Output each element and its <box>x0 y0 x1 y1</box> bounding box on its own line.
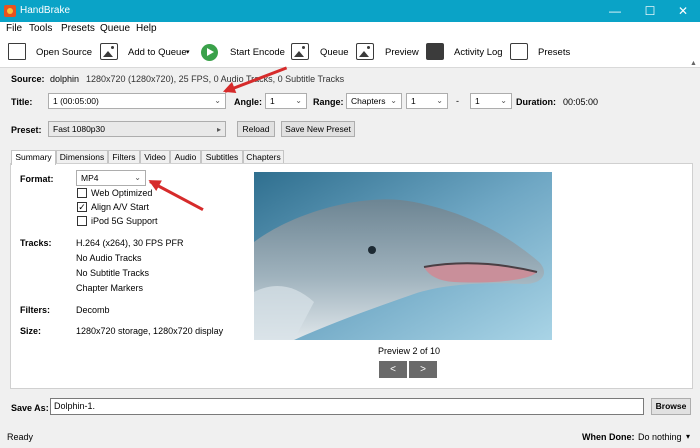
tab-summary[interactable]: Summary <box>11 150 56 165</box>
activity-log-icon[interactable] <box>426 43 444 60</box>
tab-chapters[interactable]: Chapters <box>243 150 284 164</box>
source-info: 1280x720 (1280x720), 25 FPS, 0 Audio Tra… <box>86 74 345 84</box>
menu-tools[interactable]: Tools <box>29 23 52 34</box>
range-start-value: 1 <box>411 96 416 106</box>
align-av-label: Align A/V Start <box>91 202 150 212</box>
queue-icon[interactable] <box>291 43 309 60</box>
tab-dimensions[interactable]: Dimensions <box>56 150 108 164</box>
range-start-select[interactable]: 1 ⌄ <box>406 93 448 109</box>
format-label: Format: <box>20 174 54 184</box>
when-done-select[interactable]: Do nothing <box>638 432 682 442</box>
status-bar: Ready When Done: Do nothing ▾ <box>0 426 700 448</box>
range-end-select[interactable]: 1 ⌄ <box>470 93 512 109</box>
range-separator: - <box>456 96 459 106</box>
angle-select[interactable]: 1 ⌄ <box>265 93 307 109</box>
when-done-label: When Done: <box>582 432 635 442</box>
track-subtitle: No Subtitle Tracks <box>76 268 150 278</box>
add-to-queue-dropdown-icon[interactable]: ▾ <box>186 48 190 56</box>
tab-filters[interactable]: Filters <box>108 150 140 164</box>
format-select[interactable]: MP4 ⌄ <box>76 170 146 186</box>
preview-icon[interactable] <box>356 43 374 60</box>
angle-select-value: 1 <box>270 96 275 106</box>
preview-caption: Preview 2 of 10 <box>378 346 441 356</box>
title-select[interactable]: 1 (00:05:00) ⌄ <box>48 93 226 109</box>
menu-file[interactable]: File <box>6 23 22 34</box>
track-video: H.264 (x264), 30 FPS PFR <box>76 238 184 248</box>
size-label: Size: <box>20 326 42 336</box>
title-label: Title: <box>11 97 33 107</box>
preset-arrow-icon: ▸ <box>216 125 221 134</box>
chevron-down-icon: ⌄ <box>390 96 397 105</box>
menu-presets[interactable]: Presets <box>61 23 95 34</box>
activity-log-button[interactable]: Activity Log <box>454 47 503 58</box>
tracks-label: Tracks: <box>20 238 52 248</box>
range-label: Range: <box>313 97 344 107</box>
add-to-queue-icon[interactable] <box>100 43 118 60</box>
preview-button[interactable]: Preview <box>385 47 419 58</box>
chevron-down-icon: ⌄ <box>214 96 221 105</box>
title-select-value: 1 (00:05:00) <box>53 96 99 106</box>
filters-value: Decomb <box>76 305 110 315</box>
source-label: Source: <box>11 74 45 84</box>
when-done-dropdown-icon[interactable]: ▾ <box>686 432 690 441</box>
title-bar: HandBrake — ☐ ✕ <box>0 0 700 22</box>
preset-select[interactable]: Fast 1080p30 ▸ <box>48 121 226 137</box>
chevron-down-icon: ⌄ <box>500 96 507 105</box>
open-source-icon[interactable] <box>8 43 26 60</box>
range-type-select[interactable]: Chapters ⌄ <box>346 93 402 109</box>
status-text: Ready <box>7 432 34 442</box>
preview-image <box>254 172 552 340</box>
tab-subtitles[interactable]: Subtitles <box>201 150 243 164</box>
preset-select-value: Fast 1080p30 <box>53 124 105 134</box>
web-optimized-label: Web Optimized <box>91 188 153 198</box>
checkmark-icon: ✓ <box>78 202 86 212</box>
dolphin-preview-graphic <box>254 172 552 340</box>
track-chapters: Chapter Markers <box>76 283 144 293</box>
range-type-value: Chapters <box>351 96 386 106</box>
minimize-button[interactable]: — <box>598 0 632 22</box>
save-as-label: Save As: <box>11 403 49 413</box>
filters-label: Filters: <box>20 305 51 315</box>
queue-button[interactable]: Queue <box>320 47 349 58</box>
angle-label: Angle: <box>234 97 262 107</box>
browse-button[interactable]: Browse <box>651 398 691 415</box>
menu-help[interactable]: Help <box>136 23 157 34</box>
presets-button[interactable]: Presets <box>538 47 570 58</box>
presets-icon[interactable] <box>510 43 528 60</box>
maximize-button[interactable]: ☐ <box>633 0 667 22</box>
format-select-value: MP4 <box>81 173 99 183</box>
next-preview-button[interactable]: > <box>409 361 437 378</box>
duration-label: Duration: <box>516 97 556 107</box>
add-to-queue-button[interactable]: Add to Queue <box>128 47 187 58</box>
range-end-value: 1 <box>475 96 480 106</box>
toolbar: Open Source Add to Queue ▾ Start Encode … <box>0 37 700 68</box>
preset-label: Preset: <box>11 125 42 135</box>
collapse-chevron-icon[interactable]: ▲ <box>690 60 697 67</box>
ipod-support-checkbox[interactable] <box>77 216 87 226</box>
previous-preview-button[interactable]: < <box>379 361 407 378</box>
start-encode-play-icon[interactable] <box>201 44 218 61</box>
track-audio: No Audio Tracks <box>76 253 142 263</box>
web-optimized-checkbox[interactable] <box>77 188 87 198</box>
chevron-down-icon: ⌄ <box>134 173 141 182</box>
close-button[interactable]: ✕ <box>666 0 700 22</box>
tab-video[interactable]: Video <box>140 150 170 164</box>
save-as-input[interactable]: Dolphin-1. <box>50 398 644 415</box>
menu-queue[interactable]: Queue <box>100 23 130 34</box>
menu-bar: File Tools Presets Queue Help <box>0 22 700 37</box>
open-source-button[interactable]: Open Source <box>36 47 92 58</box>
start-encode-button[interactable]: Start Encode <box>230 47 285 58</box>
window-title: HandBrake <box>20 5 71 16</box>
save-new-preset-button[interactable]: Save New Preset <box>281 121 355 137</box>
chevron-down-icon: ⌄ <box>436 96 443 105</box>
reload-button[interactable]: Reload <box>237 121 275 137</box>
duration-value: 00:05:00 <box>563 97 599 107</box>
source-name: dolphin <box>50 74 80 84</box>
align-av-checkbox[interactable]: ✓ <box>77 202 87 212</box>
handbrake-app-icon <box>4 5 16 17</box>
size-value: 1280x720 storage, 1280x720 display <box>76 326 224 336</box>
ipod-support-label: iPod 5G Support <box>91 216 158 226</box>
tab-audio[interactable]: Audio <box>170 150 201 164</box>
chevron-down-icon: ⌄ <box>295 96 302 105</box>
